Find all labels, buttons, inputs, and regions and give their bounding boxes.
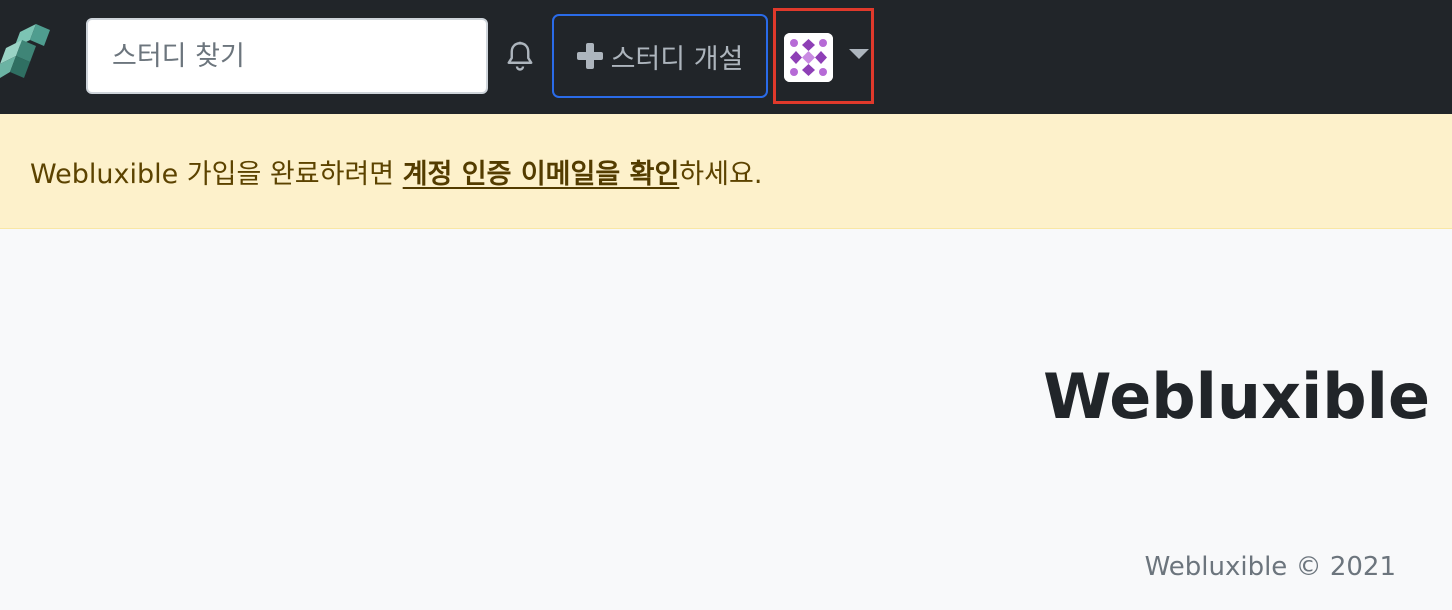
profile-menu-toggle[interactable] bbox=[773, 8, 874, 104]
verify-email-link[interactable]: 계정 인증 이메일을 확인 bbox=[403, 152, 680, 191]
bell-icon[interactable] bbox=[502, 38, 538, 74]
page-title: Webluxible bbox=[1043, 360, 1430, 433]
create-study-label: 스터디 개설 bbox=[610, 43, 744, 75]
search-input[interactable] bbox=[86, 18, 488, 94]
top-navbar: 스터디 개설 bbox=[0, 0, 1452, 114]
footer-copyright: Webluxible © 2021 bbox=[1144, 552, 1396, 582]
plus-icon bbox=[576, 43, 603, 69]
caret-down-icon bbox=[849, 49, 869, 59]
alert-suffix-text: 하세요. bbox=[679, 158, 763, 190]
create-study-button[interactable]: 스터디 개설 bbox=[552, 14, 768, 98]
brand-logo-icon[interactable] bbox=[0, 22, 58, 94]
alert-prefix-text: Webluxible 가입을 완료하려면 bbox=[30, 158, 403, 190]
identicon-avatar bbox=[784, 33, 833, 82]
email-verification-alert: Webluxible 가입을 완료하려면 계정 인증 이메일을 확인 하세요. bbox=[0, 114, 1452, 229]
